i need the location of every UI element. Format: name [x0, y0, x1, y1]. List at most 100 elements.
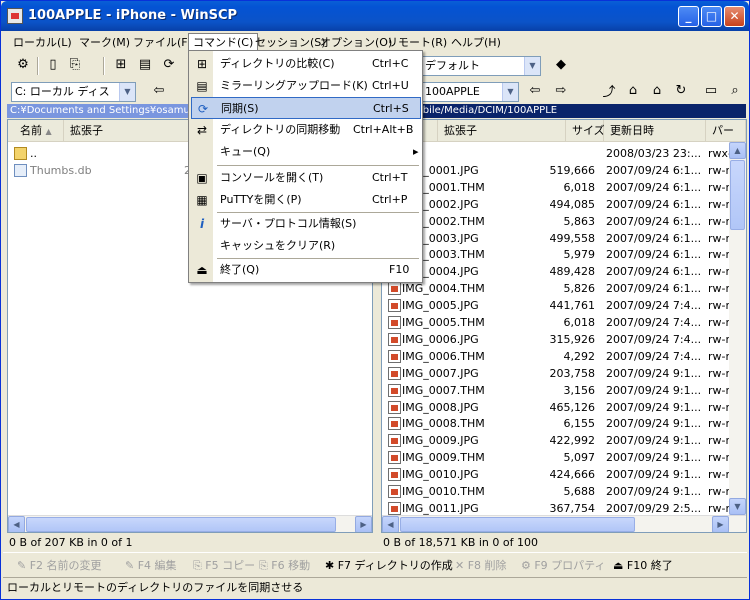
new-session-icon[interactable]: ◆	[551, 54, 571, 74]
local-back-icon[interactable]: ⇦	[149, 80, 169, 100]
file-row[interactable]: IMG_0002.JPG 494,085 2007/09/24 6:1... rw-r	[382, 196, 730, 213]
file-row[interactable]: IMG_0007.JPG 203,758 2007/09/24 9:1... rw-r	[382, 365, 731, 382]
app-icon	[7, 8, 23, 24]
preferences-icon[interactable]: ⚙	[13, 54, 33, 74]
local-hscroll[interactable]: ◀ ▶	[8, 515, 372, 532]
quit-button[interactable]: ⏏ F10 終了	[613, 557, 673, 575]
open-dir-icon[interactable]: ▭	[701, 80, 721, 100]
file-perm: rw-r	[708, 180, 731, 194]
menu-file[interactable]: ファイル(F)	[129, 34, 196, 51]
menu-item-mirror-upload[interactable]: ▤ ミラーリングアップロード(K) Ctrl+U	[191, 75, 421, 97]
menu-item-exit[interactable]: ⏏ 終了(Q) F10	[191, 259, 421, 281]
file-perm: rw-r	[708, 299, 731, 313]
compare-icon[interactable]: ⊞	[111, 54, 131, 74]
delete-button[interactable]: ✕ F8 削除	[455, 557, 507, 575]
sync-icon: ⟳	[197, 102, 209, 116]
file-row[interactable]: IMG_0004.JPG 489,428 2007/09/24 6:1... rw-r	[382, 263, 731, 280]
session-combo[interactable]: デフォルト ▼	[421, 56, 541, 76]
file-row[interactable]: IMG_0005.JPG 441,761 2007/09/24 7:4... rw-r	[382, 297, 731, 314]
queue-icon[interactable]: ▤	[135, 54, 155, 74]
copy-icon[interactable]: ⎘	[65, 54, 85, 74]
menu-item-sync-browse[interactable]: ⇄ ディレクトリの同期移動 Ctrl+Alt+B	[191, 119, 421, 141]
file-row[interactable]: IMG_0001.JPG 519,666 2007/09/24 6:1... rw-r	[382, 162, 730, 179]
minimize-button[interactable]: _	[678, 6, 699, 27]
open-terminal-icon[interactable]: ▯	[43, 54, 63, 74]
file-row[interactable]: IMG_0005.THM 6,018 2007/09/24 7:4... rw-r	[382, 314, 730, 331]
file-row[interactable]: IMG_0002.THM 5,863 2007/09/24 6:1... rw-r	[382, 213, 730, 230]
file-date: 2007/09/24 6:1...	[606, 197, 702, 211]
menu-help[interactable]: ヘルプ(H)	[447, 34, 505, 51]
file-row[interactable]: IMG_0009.THM 5,097 2007/09/24 9:1... rw-r	[382, 449, 730, 466]
menu-item-putty[interactable]: ▦ PuTTYを開く(P) Ctrl+P	[191, 189, 421, 211]
file-row[interactable]: IMG_0004.THM 5,826 2007/09/24 6:1... rw-r	[382, 280, 730, 297]
file-perm: rw-r	[708, 349, 731, 363]
file-row[interactable]: IMG_0010.THM 5,688 2007/09/24 9:1... rw-r	[382, 483, 731, 500]
file-perm: rw-r	[708, 400, 731, 414]
file-size: 203,758	[549, 366, 596, 380]
file-row[interactable]: ..2008/03/23 23:...rwx-	[382, 145, 732, 162]
file-perm: rw-r	[708, 265, 731, 279]
menu-remote[interactable]: リモート(R)	[383, 34, 451, 51]
image-file-icon	[388, 400, 401, 414]
parent-dir-icon[interactable]: ⤴	[599, 80, 619, 100]
edit-button[interactable]: ✎ F4 編集	[125, 557, 177, 575]
remote-back-icon[interactable]: ⇦	[525, 80, 545, 100]
remote-status: 0 B of 18,571 KB in 0 of 100	[383, 536, 538, 549]
remote-vscroll[interactable]: ▲ ▼	[729, 142, 746, 515]
mkdir-button[interactable]: ✱ F7 ディレクトリの作成	[325, 557, 453, 575]
title-bar[interactable]: 100APPLE - iPhone - WinSCP _ □ ✕	[1, 1, 749, 31]
move-button[interactable]: ⎘ F6 移動	[259, 557, 310, 575]
file-size: 4,292	[563, 349, 596, 363]
find-icon[interactable]: ⌕	[725, 80, 745, 100]
file-row[interactable]: IMG_0007.THM 3,156 2007/09/24 9:1... rw-r	[382, 382, 730, 399]
file-size: 6,155	[563, 417, 596, 431]
file-row[interactable]: IMG_0006.THM 4,292 2007/09/24 7:4... rw-r	[382, 348, 731, 365]
file-row[interactable]: IMG_0001.THM 6,018 2007/09/24 6:1... rw-r	[382, 179, 731, 196]
file-date: 2007/09/24 7:4...	[606, 316, 702, 329]
remote-file-panel[interactable]: 拡張子 サイズ 更新日時 パー ..2008/03/23 23:...rwx- I…	[381, 119, 747, 533]
file-name: IMG_0005.THM	[402, 316, 485, 329]
remote-hscroll[interactable]: ◀ ▶	[382, 515, 746, 532]
image-file-icon	[388, 349, 401, 363]
image-file-icon	[388, 299, 401, 313]
menu-item-compare[interactable]: ⊞ ディレクトリの比較(C) Ctrl+C	[191, 53, 421, 75]
file-row[interactable]: IMG_0003.THM 5,979 2007/09/24 6:1... rw-r	[382, 246, 730, 263]
file-date: 2008/03/23 23:...	[606, 147, 702, 160]
col-name[interactable]: 名前 ▲	[8, 120, 64, 142]
refresh-icon[interactable]: ↻	[671, 80, 691, 100]
menu-item-sync[interactable]: ⟳ 同期(S) Ctrl+S	[191, 97, 421, 119]
copy-button[interactable]: ⎘ F5 コピー	[193, 557, 255, 575]
menu-mark[interactable]: マーク(M)	[75, 34, 134, 51]
menu-item-clear-cache[interactable]: キャッシュをクリア(R)	[191, 235, 421, 257]
file-row[interactable]: IMG_0008.THM 6,155 2007/09/24 9:1... rw-r	[382, 415, 730, 432]
file-row[interactable]: IMG_0010.JPG 424,666 2007/09/24 9:1... rw-r	[382, 466, 730, 483]
col-date[interactable]: 更新日時	[604, 120, 706, 142]
close-button[interactable]: ✕	[724, 6, 745, 27]
sync-icon[interactable]: ⟳	[159, 54, 179, 74]
menu-item-console[interactable]: ▣ コンソールを開く(T) Ctrl+T	[191, 167, 421, 189]
maximize-button[interactable]: □	[701, 6, 722, 27]
rename-button[interactable]: ✎ F2 名前の変更	[17, 557, 102, 575]
file-date: 2007/09/24 9:1...	[606, 434, 702, 448]
home-dir-icon[interactable]: ⌂	[647, 80, 667, 100]
local-drive-combo[interactable]: C: ローカル ディス ▼	[11, 82, 136, 102]
file-perm: rw-r	[708, 366, 731, 380]
col-ext-remote[interactable]: 拡張子	[438, 120, 566, 142]
file-row[interactable]: IMG_0003.JPG 499,558 2007/09/24 6:1... rw-r	[382, 230, 730, 247]
properties-button[interactable]: ⚙ F9 プロパティ	[521, 557, 606, 575]
root-dir-icon[interactable]: ⌂	[623, 80, 643, 100]
file-row[interactable]: IMG_0008.JPG 465,126 2007/09/24 9:1... rw-r	[382, 399, 731, 416]
file-row[interactable]: IMG_0006.JPG 315,926 2007/09/24 7:4... rw-r	[382, 331, 730, 348]
main-window: 100APPLE - iPhone - WinSCP _ □ ✕ ローカル(L)…	[0, 0, 750, 600]
menu-item-queue[interactable]: キュー(Q) ▸	[191, 141, 421, 163]
file-perm: rw-r	[708, 485, 731, 498]
file-size: 489,428	[549, 265, 596, 279]
col-perm[interactable]: パー	[706, 120, 746, 142]
col-size[interactable]: サイズ	[566, 120, 605, 142]
file-row[interactable]: IMG_0009.JPG 422,992 2007/09/24 9:1... rw-r	[382, 432, 730, 449]
remote-dir-combo[interactable]: 100APPLE ▼	[421, 82, 519, 102]
menu-local[interactable]: ローカル(L)	[9, 34, 76, 51]
menu-item-server-info[interactable]: i サーバ・プロトコル情報(S)	[191, 213, 421, 235]
remote-forward-icon[interactable]: ⇨	[551, 80, 571, 100]
file-name: IMG_0009.JPG	[402, 434, 479, 448]
